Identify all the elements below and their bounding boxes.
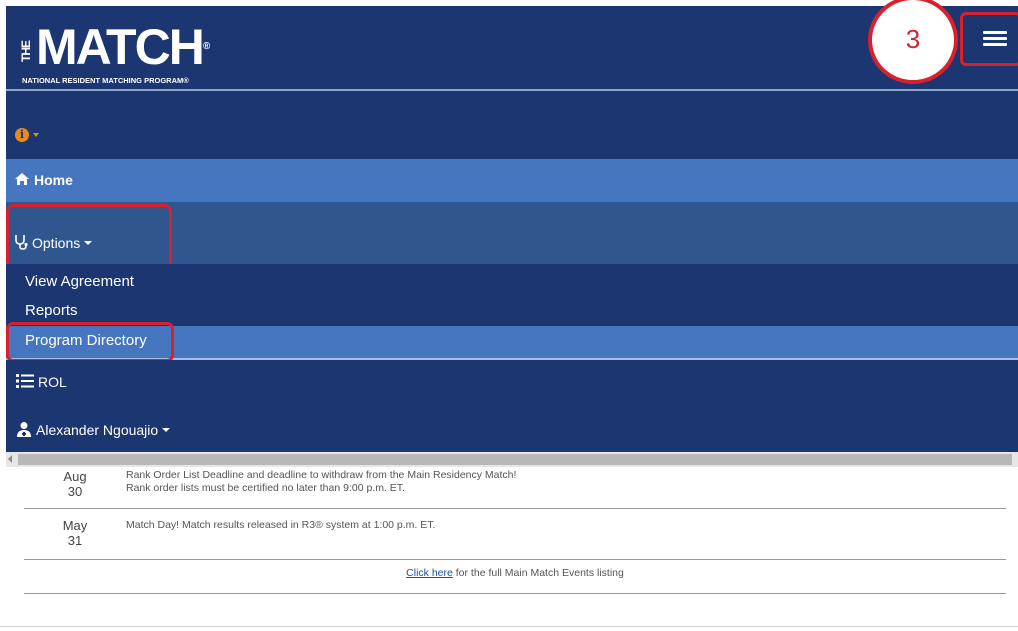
program-directory-callout-highlight: [6, 322, 174, 362]
info-icon[interactable]: i: [15, 128, 29, 142]
step-number: 3: [905, 24, 921, 54]
home-icon: [14, 172, 30, 188]
events-footer: Click here for the full Main Match Event…: [24, 567, 1006, 579]
logo-match-text: MATCH®: [36, 19, 210, 75]
rol-label: ROL: [38, 374, 67, 390]
home-label: Home: [34, 172, 73, 188]
user-name: Alexander Ngouajio: [36, 422, 159, 438]
nav-item-home[interactable]: Home: [6, 159, 1018, 202]
events-footer-text: for the full Main Match Events listing: [452, 567, 624, 579]
scroll-left-arrow-icon[interactable]: [8, 455, 12, 463]
horizontal-scrollbar[interactable]: [6, 452, 1018, 467]
info-dropdown-caret-icon[interactable]: [33, 133, 39, 137]
info-row: i: [6, 91, 1018, 159]
event-day: 30: [67, 484, 83, 499]
event-row: May 31 Match Day! Match results released…: [24, 509, 1006, 560]
event-day: 31: [67, 533, 83, 548]
event-line-1: Rank Order List Deadline and deadline to…: [126, 469, 517, 481]
full-events-link[interactable]: Click here: [406, 567, 453, 579]
event-description: Match Day! Match results released in R3®…: [126, 519, 435, 532]
list-icon: [16, 374, 34, 390]
submenu-item-reports[interactable]: Reports: [25, 302, 78, 319]
user-dropdown-toggle[interactable]: Alexander Ngouajio: [16, 421, 171, 439]
the-match-logo[interactable]: THE MATCH® NATIONAL RESIDENT MATCHING PR…: [18, 20, 258, 90]
events-footer-divider: [24, 593, 1006, 594]
event-description: Rank Order List Deadline and deadline to…: [126, 469, 516, 495]
hamburger-menu-button[interactable]: [960, 12, 1018, 66]
chevron-down-icon: [162, 428, 171, 432]
options-callout-highlight: [6, 204, 172, 270]
event-date: May 31: [24, 518, 126, 548]
bottom-divider: [0, 626, 1018, 627]
nav-item-user[interactable]: Alexander Ngouajio: [6, 404, 1018, 452]
submenu-item-view-agreement[interactable]: View Agreement: [25, 273, 134, 290]
event-month: Aug: [63, 469, 87, 484]
event-date: Aug 30: [24, 469, 126, 499]
logo-subtitle: NATIONAL RESIDENT MATCHING PROGRAM®: [22, 76, 189, 85]
user-doctor-icon: [16, 421, 32, 439]
nav-item-rol[interactable]: ROL: [6, 360, 1018, 404]
event-month: May: [62, 518, 88, 533]
home-link: Home: [14, 172, 73, 188]
event-row: Aug 30 Rank Order List Deadline and dead…: [24, 467, 1006, 509]
step-callout: 3: [868, 0, 958, 84]
event-line-2: Rank order lists must be certified no la…: [126, 482, 405, 494]
hamburger-icon-bar: [983, 43, 1007, 46]
logo-the-text: THE: [19, 41, 33, 63]
event-line-1: Match Day! Match results released in R3®…: [126, 519, 436, 531]
hamburger-icon: [983, 31, 1007, 34]
site-header: THE MATCH® NATIONAL RESIDENT MATCHING PR…: [6, 0, 1018, 90]
rol-link[interactable]: ROL: [16, 374, 67, 390]
scrollbar-thumb[interactable]: [18, 454, 1012, 465]
hamburger-icon-bar: [983, 37, 1007, 40]
options-submenu: View Agreement Reports: [6, 264, 1018, 326]
